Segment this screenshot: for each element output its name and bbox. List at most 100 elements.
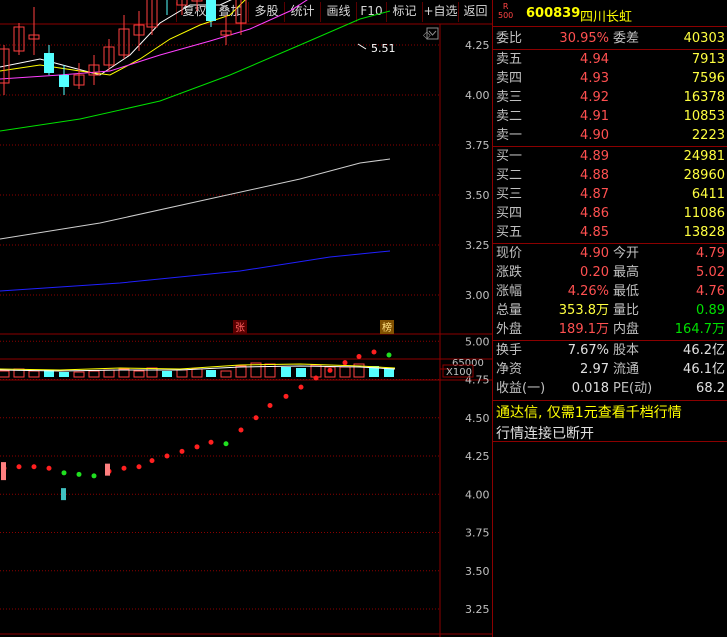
price-tick-label: 4.50	[465, 412, 490, 425]
volume-bar	[176, 369, 188, 378]
quote-value: 0.20	[580, 265, 609, 280]
main-price-axis: 5.505.255.004.754.504.254.003.753.503.25…	[465, 0, 490, 302]
indicator-dot	[313, 375, 319, 381]
indicator-dot	[164, 453, 170, 459]
fundamental-label: 换手	[496, 343, 523, 358]
price-tick-label: 3.50	[465, 565, 490, 578]
volume-unit-label: X100	[446, 367, 472, 378]
order-label: 卖三	[496, 90, 523, 105]
candle-body	[44, 53, 54, 73]
quote-label: 总量	[496, 303, 523, 318]
buy-order-row[interactable]: 买三 4.87 6411	[493, 186, 727, 203]
diff-value: 40303	[683, 31, 725, 46]
kline-chart-area[interactable]: 5.505.255.004.754.504.254.003.753.503.25…	[0, 0, 493, 637]
quote-label: 最低	[613, 284, 640, 299]
buy-order-row[interactable]: 买二 4.88 28960	[493, 167, 727, 184]
event-marker-zhang-text: 张	[235, 322, 245, 334]
order-price: 4.88	[580, 168, 609, 183]
max-price-label: 5.51	[371, 42, 396, 55]
volume-bar	[133, 370, 145, 378]
indicator-dot	[149, 458, 155, 464]
quote-value: 4.90	[580, 246, 609, 261]
event-marker-bang-text: 榜	[382, 321, 392, 334]
fundamental-row[interactable]: 收益(一) 0.018 PE(动) 68.2	[493, 380, 727, 397]
buy-order-row[interactable]: 买一 4.89 24981	[493, 148, 727, 165]
quote-label: 涨跌	[496, 265, 523, 280]
indicator-dot	[386, 352, 392, 358]
price-tick-label: 5.00	[465, 335, 490, 348]
quote-row[interactable]: 总量 353.8万 量比 0.89	[493, 302, 727, 319]
price-tick-label: 3.50	[465, 189, 490, 202]
ma250-line	[0, 250, 391, 292]
order-price: 4.89	[580, 149, 609, 164]
quote-value: 189.1万	[558, 322, 609, 337]
indicator-dot	[194, 444, 200, 450]
fundamental-row[interactable]: 净资 2.97 流通 46.1亿	[493, 361, 727, 378]
quote-row[interactable]: 现价 4.90 今开 4.79	[493, 245, 727, 262]
diff-label: 委差	[613, 31, 640, 46]
indicator-dot	[298, 384, 304, 390]
order-label: 买二	[496, 168, 523, 183]
quote-row[interactable]: 涨幅 4.26% 最低 4.76	[493, 283, 727, 300]
order-price: 4.85	[580, 225, 609, 240]
indicator-dot	[16, 464, 22, 470]
quote-row[interactable]: 外盘 189.1万 内盘 164.7万	[493, 321, 727, 338]
quote-row[interactable]: 涨跌 0.20 最高 5.02	[493, 264, 727, 281]
indicator-dot	[136, 464, 142, 470]
divider	[493, 340, 727, 341]
indicator-dot	[46, 465, 52, 471]
indicator-dot	[283, 393, 289, 399]
volume-bar	[146, 367, 158, 378]
volume-bar	[281, 367, 291, 377]
chart-grid	[0, 23, 492, 637]
price-tick-label: 3.00	[465, 289, 490, 302]
ma20-line	[0, 0, 308, 80]
connection-status: 行情连接已断开	[496, 426, 594, 442]
order-volume: 24981	[683, 149, 725, 164]
indicator-dot	[91, 473, 97, 479]
price-tick-label: 4.25	[465, 450, 490, 463]
r-badge-bottom: 500	[498, 11, 514, 20]
order-label: 卖四	[496, 71, 523, 86]
order-price: 4.92	[580, 90, 609, 105]
max-price-pointer	[357, 43, 367, 50]
stock-terminal-window: { "toolbar": { "buttons": ["复权","叠加","多股…	[0, 0, 727, 637]
stock-name: 四川长虹	[580, 10, 633, 25]
divider	[493, 49, 727, 50]
order-label: 卖一	[496, 128, 523, 143]
quote-value: 0.89	[696, 303, 725, 318]
order-volume: 7913	[691, 52, 725, 67]
buy-order-row[interactable]: 买四 4.86 11086	[493, 205, 727, 222]
volume-bar	[0, 370, 10, 378]
sell-order-row[interactable]: 卖一 4.90 2223	[493, 127, 727, 144]
order-label: 买一	[496, 149, 523, 164]
upgrade-notice-link[interactable]: 通达信, 仅需1元查看千档行情	[496, 402, 682, 422]
volume-bar	[162, 371, 172, 377]
sell-order-row[interactable]: 卖三 4.92 16378	[493, 89, 727, 106]
ma120-line	[0, 158, 391, 240]
ratio-label: 委比	[496, 31, 523, 46]
fundamental-label: 流通	[613, 362, 640, 377]
order-volume: 10853	[683, 109, 725, 124]
indicator-dot	[223, 441, 229, 447]
sell-order-row[interactable]: 卖四 4.93 7596	[493, 70, 727, 87]
price-tick-label: 3.25	[465, 603, 490, 616]
quote-label: 现价	[496, 246, 523, 261]
candle-body	[206, 0, 216, 21]
volume-bar	[191, 368, 203, 378]
order-price: 4.93	[580, 71, 609, 86]
quote-label: 外盘	[496, 322, 523, 337]
sell-order-row[interactable]: 卖二 4.91 10853	[493, 108, 727, 125]
candle-body	[59, 75, 69, 87]
fundamental-row[interactable]: 换手 7.67% 股本 46.2亿	[493, 342, 727, 359]
buy-order-row[interactable]: 买五 4.85 13828	[493, 224, 727, 241]
fundamental-label: 股本	[613, 343, 640, 358]
r-badge-top: R	[502, 2, 509, 11]
volume-bar	[59, 372, 69, 377]
price-tick-label: 4.25	[465, 39, 490, 52]
sell-order-row[interactable]: 卖五 4.94 7913	[493, 51, 727, 68]
order-volume: 2223	[691, 128, 725, 143]
volume-bar	[28, 370, 40, 378]
stock-code: 600839	[526, 6, 581, 21]
quote-value: 164.7万	[674, 322, 725, 337]
